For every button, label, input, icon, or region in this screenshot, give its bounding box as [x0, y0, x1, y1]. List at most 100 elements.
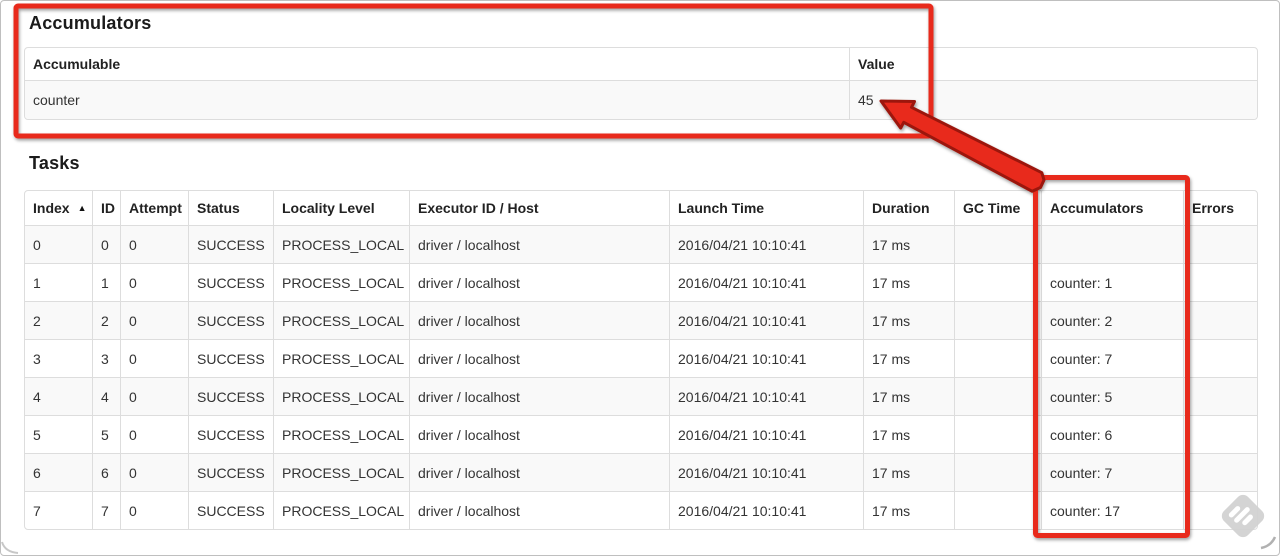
id-column-header[interactable]: ID — [92, 191, 120, 225]
cell-executor: driver / localhost — [409, 415, 669, 453]
cell-duration: 17 ms — [863, 377, 954, 415]
cell-duration: 17 ms — [863, 453, 954, 491]
cell-locality: PROCESS_LOCAL — [273, 377, 409, 415]
cell-locality: PROCESS_LOCAL — [273, 453, 409, 491]
cell-accumulable: counter — [25, 80, 849, 119]
cell-locality: PROCESS_LOCAL — [273, 491, 409, 529]
cell-launch: 2016/04/21 10:10:41 — [669, 339, 863, 377]
cell-errors — [1183, 491, 1257, 529]
cell-attempt: 0 — [120, 225, 188, 263]
cell-value: 45 — [849, 80, 1257, 119]
cell-locality: PROCESS_LOCAL — [273, 263, 409, 301]
tasks-section-title: Tasks — [29, 153, 80, 173]
sort-asc-icon: ▲ — [77, 203, 87, 213]
table-header-row: Index ▲ ID Attempt Status Locality Level … — [25, 191, 1257, 225]
cell-status: SUCCESS — [188, 453, 273, 491]
index-column-header[interactable]: Index ▲ — [25, 191, 92, 225]
cell-attempt: 0 — [120, 339, 188, 377]
cell-launch: 2016/04/21 10:10:41 — [669, 301, 863, 339]
cell-executor: driver / localhost — [409, 263, 669, 301]
cell-id: 7 — [92, 491, 120, 529]
cell-duration: 17 ms — [863, 263, 954, 301]
table-row: 0 0 0 SUCCESS PROCESS_LOCAL driver / localhos… — [25, 225, 1257, 263]
cell-status: SUCCESS — [188, 339, 273, 377]
table-row: 7 7 0 SUCCESS PROCESS_LOCAL driver / localhos… — [25, 491, 1257, 529]
cell-gc — [954, 339, 1041, 377]
errors-column-header[interactable]: Errors — [1183, 191, 1257, 225]
cell-gc — [954, 225, 1041, 263]
cell-executor: driver / localhost — [409, 339, 669, 377]
cell-launch: 2016/04/21 10:10:41 — [669, 263, 863, 301]
cell-executor: driver / localhost — [409, 301, 669, 339]
cell-id: 3 — [92, 339, 120, 377]
accumulable-column-header[interactable]: Accumulable — [25, 48, 849, 80]
cell-errors — [1183, 263, 1257, 301]
table-row: counter 45 — [25, 80, 1257, 119]
status-column-header[interactable]: Status — [188, 191, 273, 225]
cell-id: 0 — [92, 225, 120, 263]
cell-errors — [1183, 377, 1257, 415]
cell-executor: driver / localhost — [409, 225, 669, 263]
cell-executor: driver / localhost — [409, 453, 669, 491]
cell-attempt: 0 — [120, 263, 188, 301]
cell-launch: 2016/04/21 10:10:41 — [669, 377, 863, 415]
cell-accumulators: counter: 2 — [1041, 301, 1183, 339]
cell-attempt: 0 — [120, 377, 188, 415]
cell-status: SUCCESS — [188, 415, 273, 453]
table-row: 3 3 0 SUCCESS PROCESS_LOCAL driver / localhos… — [25, 339, 1257, 377]
gc-time-column-header[interactable]: GC Time — [954, 191, 1041, 225]
cell-accumulators: counter: 5 — [1041, 377, 1183, 415]
cell-errors — [1183, 453, 1257, 491]
cell-status: SUCCESS — [188, 301, 273, 339]
executor-id-host-column-header[interactable]: Executor ID / Host — [409, 191, 669, 225]
cell-index: 6 — [25, 453, 92, 491]
attempt-column-header[interactable]: Attempt — [120, 191, 188, 225]
cell-errors — [1183, 225, 1257, 263]
cell-locality: PROCESS_LOCAL — [273, 301, 409, 339]
cell-id: 1 — [92, 263, 120, 301]
cell-attempt: 0 — [120, 491, 188, 529]
cell-gc — [954, 377, 1041, 415]
cell-attempt: 0 — [120, 415, 188, 453]
accumulators-column-header[interactable]: Accumulators — [1041, 191, 1183, 225]
cell-id: 6 — [92, 453, 120, 491]
cell-index: 7 — [25, 491, 92, 529]
value-column-header[interactable]: Value — [849, 48, 1257, 80]
cell-id: 5 — [92, 415, 120, 453]
cell-status: SUCCESS — [188, 225, 273, 263]
cell-executor: driver / localhost — [409, 377, 669, 415]
cell-accumulators — [1041, 225, 1183, 263]
table-header-row: Accumulable Value — [25, 48, 1257, 80]
cell-accumulators: counter: 7 — [1041, 339, 1183, 377]
locality-level-column-header[interactable]: Locality Level — [273, 191, 409, 225]
cell-accumulators: counter: 1 — [1041, 263, 1183, 301]
duration-column-header[interactable]: Duration — [863, 191, 954, 225]
cell-errors — [1183, 301, 1257, 339]
cell-executor: driver / localhost — [409, 491, 669, 529]
cell-duration: 17 ms — [863, 339, 954, 377]
spark-stage-page: Accumulators Accumulable Value counter 45… — [0, 0, 1280, 556]
cell-gc — [954, 301, 1041, 339]
cell-launch: 2016/04/21 10:10:41 — [669, 415, 863, 453]
cell-errors — [1183, 339, 1257, 377]
cell-duration: 17 ms — [863, 491, 954, 529]
table-row: 2 2 0 SUCCESS PROCESS_LOCAL driver / localhos… — [25, 301, 1257, 339]
cell-index: 0 — [25, 225, 92, 263]
cell-status: SUCCESS — [188, 491, 273, 529]
launch-time-column-header[interactable]: Launch Time — [669, 191, 863, 225]
cell-attempt: 0 — [120, 453, 188, 491]
cell-id: 2 — [92, 301, 120, 339]
cell-accumulators: counter: 17 — [1041, 491, 1183, 529]
cell-attempt: 0 — [120, 301, 188, 339]
table-row: 6 6 0 SUCCESS PROCESS_LOCAL driver / localhos… — [25, 453, 1257, 491]
cell-launch: 2016/04/21 10:10:41 — [669, 491, 863, 529]
index-column-label: Index — [33, 200, 70, 216]
cell-index: 4 — [25, 377, 92, 415]
cell-index: 3 — [25, 339, 92, 377]
cell-gc — [954, 453, 1041, 491]
cell-gc — [954, 491, 1041, 529]
tasks-table-body: 0 0 0 SUCCESS PROCESS_LOCAL driver / localhos… — [25, 225, 1257, 529]
cell-locality: PROCESS_LOCAL — [273, 225, 409, 263]
table-row: 5 5 0 SUCCESS PROCESS_LOCAL driver / localhos… — [25, 415, 1257, 453]
cell-index: 5 — [25, 415, 92, 453]
